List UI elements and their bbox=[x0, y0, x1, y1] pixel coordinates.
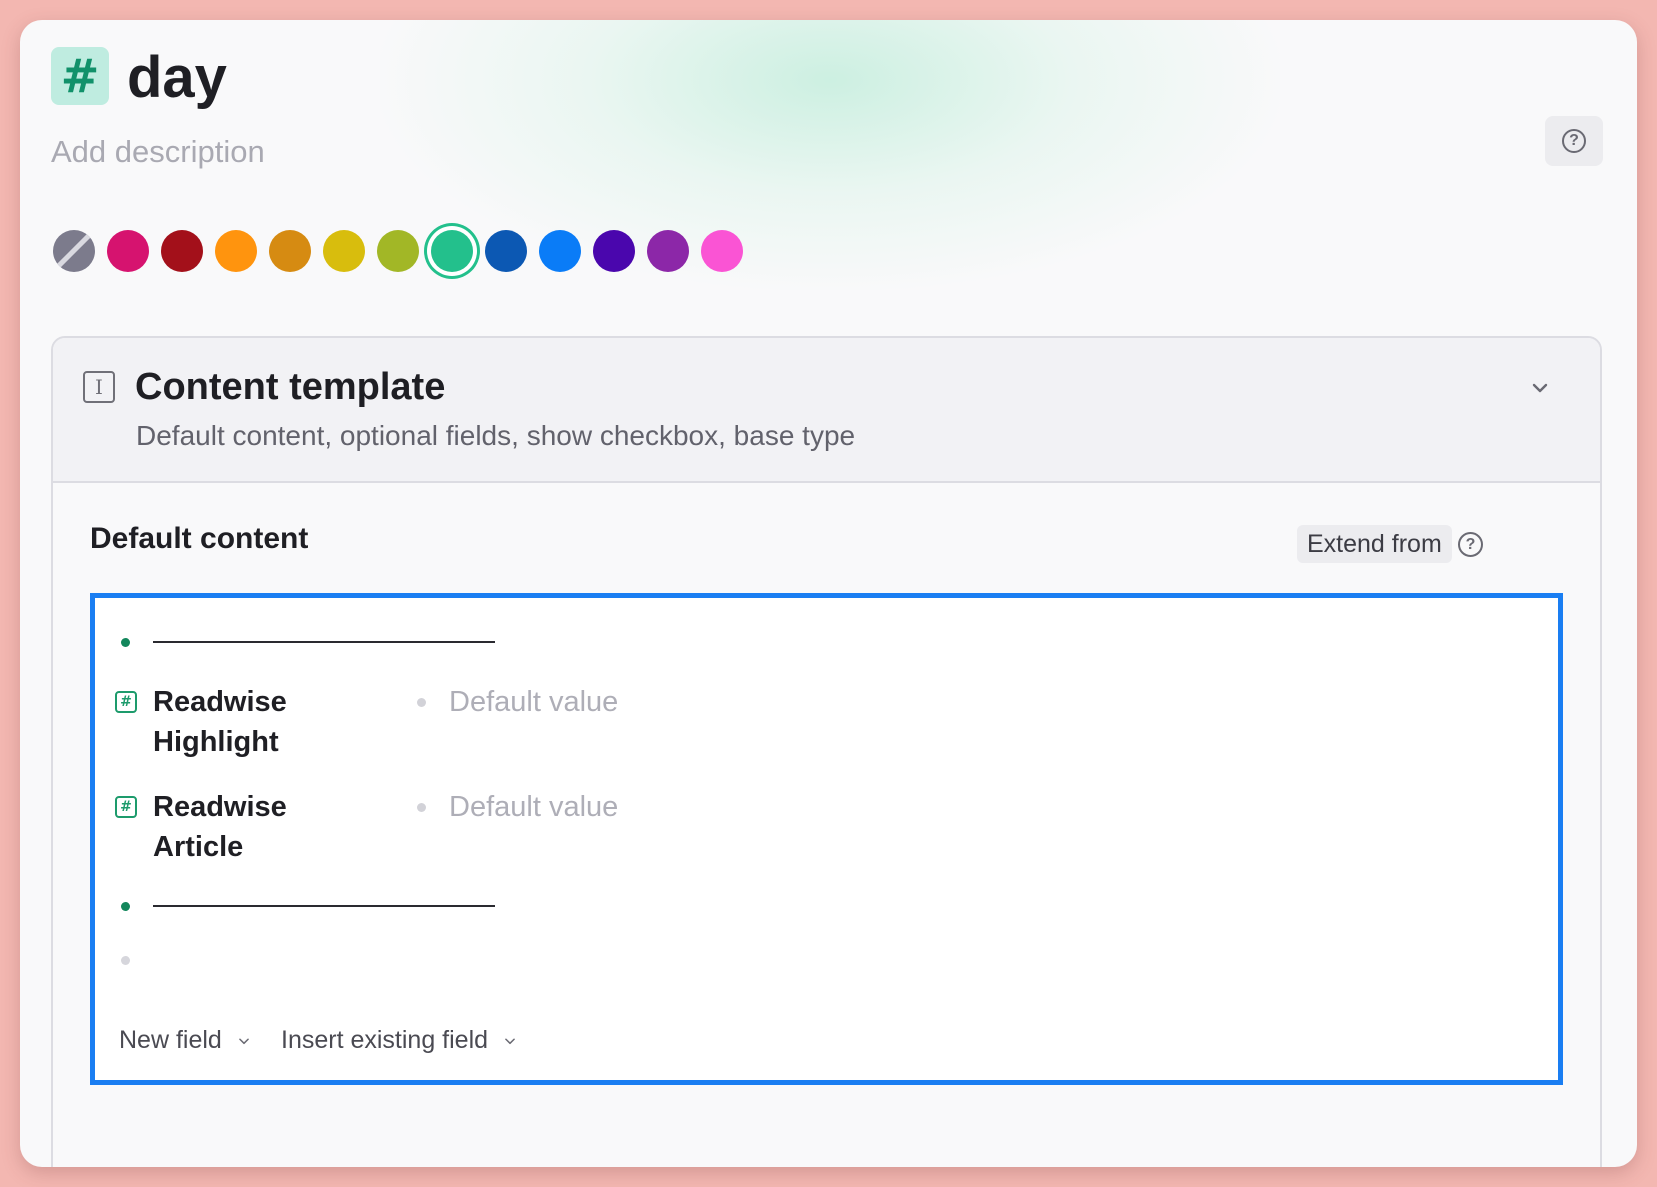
help-icon[interactable]: ? bbox=[1458, 532, 1483, 557]
insert-existing-field-label: Insert existing field bbox=[281, 1026, 489, 1054]
field-default-value[interactable]: Default value bbox=[449, 787, 618, 827]
color-swatch-pink[interactable] bbox=[107, 230, 149, 272]
color-swatch-magenta[interactable] bbox=[701, 230, 743, 272]
bullet-dot bbox=[121, 902, 130, 911]
default-content-label: Default content bbox=[90, 522, 309, 555]
content-template-subtitle: Default content, optional fields, show c… bbox=[136, 420, 856, 451]
empty-bullet-dot[interactable] bbox=[121, 956, 130, 965]
color-swatch-orange[interactable] bbox=[215, 230, 257, 272]
color-swatch-purple[interactable] bbox=[647, 230, 689, 272]
help-button[interactable]: ? bbox=[1545, 116, 1603, 166]
field-default-value[interactable]: Default value bbox=[449, 682, 618, 722]
color-swatch-indigo[interactable] bbox=[593, 230, 635, 272]
new-field-label: New field bbox=[119, 1026, 222, 1054]
color-swatch-navy[interactable] bbox=[485, 230, 527, 272]
tag-settings-panel: # day Add description ? I Content templa… bbox=[20, 20, 1637, 1167]
color-swatch-blue[interactable] bbox=[539, 230, 581, 272]
default-content-editor[interactable]: # Readwise Highlight Default value # Rea… bbox=[90, 593, 1563, 1085]
value-bullet-dot bbox=[417, 698, 426, 707]
field-name[interactable]: Readwise Highlight bbox=[153, 682, 353, 762]
chevron-down-icon bbox=[505, 1038, 515, 1045]
extend-from-button[interactable]: Extend from bbox=[1297, 525, 1452, 563]
color-swatch-green[interactable] bbox=[431, 230, 473, 272]
field-name[interactable]: Readwise Article bbox=[153, 787, 353, 867]
bullet-dot bbox=[121, 638, 130, 647]
help-icon: ? bbox=[1562, 129, 1586, 153]
field-hash-icon: # bbox=[115, 796, 137, 818]
text-cursor-icon: I bbox=[83, 371, 115, 403]
field-hash-icon: # bbox=[115, 691, 137, 713]
color-swatch-yellow[interactable] bbox=[323, 230, 365, 272]
color-swatch-olive[interactable] bbox=[377, 230, 419, 272]
insert-existing-field-button[interactable]: Insert existing field bbox=[281, 1024, 517, 1056]
new-field-button[interactable]: New field bbox=[119, 1024, 251, 1056]
content-template-header[interactable]: I Content template Default content, opti… bbox=[53, 338, 1600, 483]
value-bullet-dot bbox=[417, 803, 426, 812]
color-swatch-none[interactable] bbox=[53, 230, 95, 272]
chevron-down-icon bbox=[238, 1038, 249, 1045]
divider-line bbox=[153, 905, 495, 907]
color-swatch-red[interactable] bbox=[161, 230, 203, 272]
chevron-down-icon[interactable] bbox=[1528, 376, 1552, 400]
content-template-title: Content template bbox=[135, 366, 446, 408]
content-template-card: I Content template Default content, opti… bbox=[51, 336, 1602, 1167]
color-swatch-amber[interactable] bbox=[269, 230, 311, 272]
tag-title[interactable]: day bbox=[127, 45, 227, 111]
divider-line bbox=[153, 641, 495, 643]
add-description-field[interactable]: Add description bbox=[51, 132, 265, 172]
tag-hash-icon: # bbox=[51, 47, 109, 105]
